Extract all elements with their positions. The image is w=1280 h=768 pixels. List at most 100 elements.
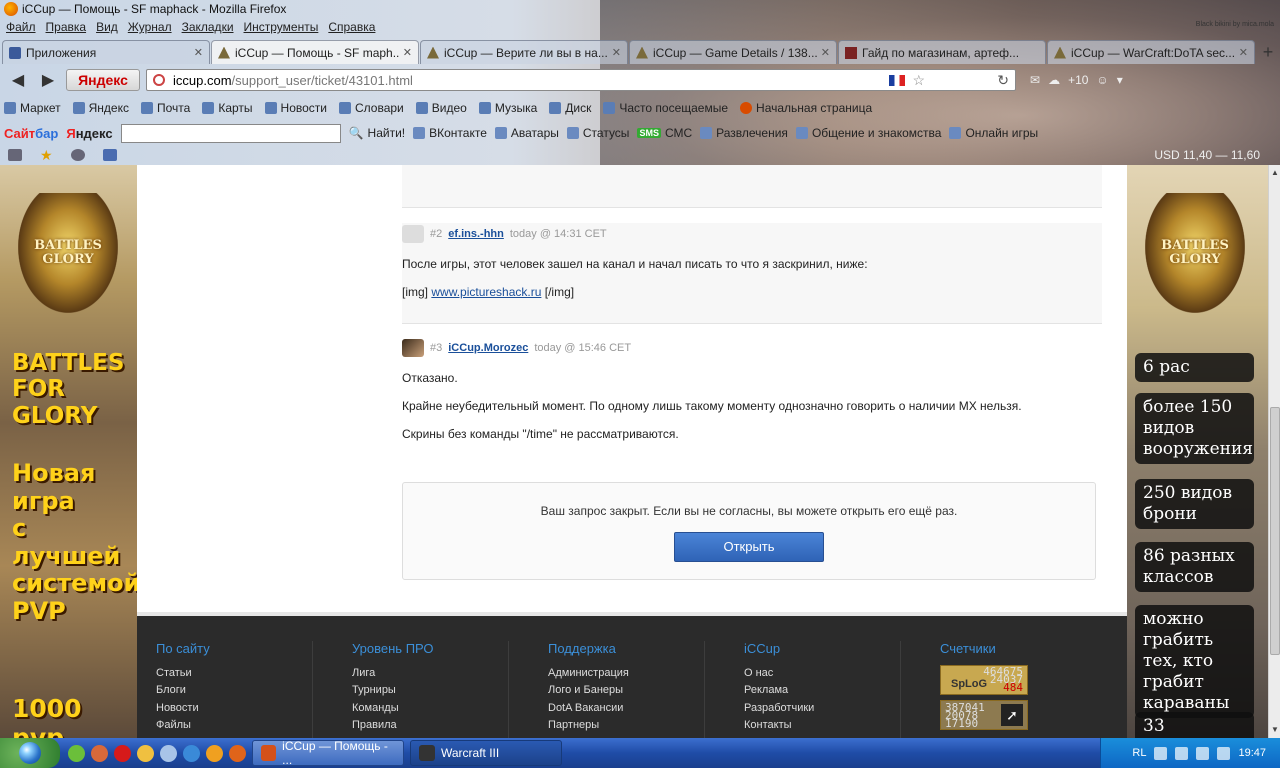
footer-link[interactable]: О нас — [744, 665, 900, 682]
app-icon[interactable] — [91, 744, 108, 762]
addon-panel-icon[interactable] — [102, 149, 117, 161]
app-icon[interactable] — [137, 744, 154, 762]
site-identity-icon[interactable] — [153, 74, 165, 86]
menu-edit[interactable]: Правка — [46, 20, 87, 38]
scroll-thumb[interactable] — [1270, 407, 1280, 655]
menu-tools[interactable]: Инструменты — [244, 20, 319, 38]
footer-link[interactable]: Реклама — [744, 682, 900, 699]
tab-apps[interactable]: Приложения ✕ — [2, 40, 210, 64]
footer-link[interactable]: Команды — [352, 700, 508, 717]
bookmark-video[interactable]: Видео — [415, 101, 467, 115]
close-tab-icon[interactable]: ✕ — [821, 46, 830, 59]
bookmark-home[interactable]: Начальная страница — [740, 101, 872, 115]
url-bar[interactable]: iccup.com/support_user/ticket/43101.html… — [146, 69, 1016, 91]
mail-agent-icon[interactable] — [206, 744, 223, 762]
splog-counter[interactable]: SpLoG 464675 24037 484 — [940, 665, 1028, 695]
find-button[interactable]: 🔍 Найти! — [349, 126, 406, 140]
footer-link[interactable]: Разработчики — [744, 700, 900, 717]
tab-guide[interactable]: Гайд по магазинам, артеф... — [838, 40, 1046, 64]
footer-link[interactable]: Лого и Банеры — [548, 682, 704, 699]
reload-icon[interactable]: ↻ — [997, 72, 1009, 89]
online-games-menu[interactable]: Онлайн игры — [949, 126, 1038, 140]
bookmark-yandex[interactable]: Яндекс — [72, 101, 129, 115]
entertainment-menu[interactable]: Развлечения — [700, 126, 788, 140]
chat-icon[interactable] — [70, 149, 85, 161]
footer-link[interactable]: Администрация — [548, 665, 704, 682]
close-tab-icon[interactable]: ✕ — [403, 46, 412, 59]
start-button[interactable] — [0, 738, 60, 768]
tab-support-ticket[interactable]: iCCup — Помощь - SF maph... ✕ — [211, 40, 419, 64]
close-tab-icon[interactable]: ✕ — [612, 46, 621, 59]
footer-link[interactable]: Турниры — [352, 682, 508, 699]
sitebar-logo[interactable]: Сайтбар — [4, 126, 58, 141]
footer-link[interactable]: Партнеры — [548, 717, 704, 734]
opera-icon[interactable] — [114, 744, 131, 762]
vertical-scrollbar[interactable]: ▲ ▼ — [1268, 165, 1280, 738]
tab-game-details[interactable]: iCCup — Game Details / 138... ✕ — [629, 40, 837, 64]
monkey-icon[interactable]: ☺ — [1096, 73, 1108, 87]
sms-link[interactable]: SMS СМС — [637, 126, 692, 140]
close-tab-icon[interactable]: ✕ — [1239, 46, 1248, 59]
menu-file[interactable]: Файл — [6, 20, 36, 38]
language-indicator[interactable]: RL — [1132, 747, 1146, 759]
firefox-icon[interactable] — [229, 744, 246, 762]
taskbar-firefox[interactable]: iCCup — Помощь - ... — [252, 739, 404, 767]
mail-icon[interactable]: ✉ — [1030, 73, 1040, 87]
weather-icon[interactable]: ☁ — [1048, 73, 1060, 87]
close-tab-icon[interactable]: ✕ — [194, 46, 203, 59]
yandex-button[interactable]: Яндекс — [66, 69, 140, 91]
new-tab-button[interactable]: + — [1256, 40, 1280, 64]
clock[interactable]: 19:47 — [1238, 747, 1266, 759]
yandex-logo[interactable]: Яндекс — [66, 126, 112, 141]
app-icon[interactable] — [160, 744, 177, 762]
bookmark-most-visited[interactable]: Часто посещаемые — [603, 101, 728, 115]
reopen-button[interactable]: Открыть — [674, 532, 824, 562]
statuses-link[interactable]: Статусы — [566, 126, 629, 140]
right-ad-banner[interactable]: BATTLES GLORY 6 рас более 150 видов воор… — [1127, 165, 1268, 738]
network-icon[interactable] — [1154, 746, 1168, 760]
left-ad-banner[interactable]: BATTLES GLORY BATTLES FOR GLORY Новая иг… — [0, 165, 140, 738]
vkontakte-link[interactable]: ВКонтакте — [413, 126, 487, 140]
avatars-link[interactable]: Аватары — [494, 126, 559, 140]
bookmark-dictionaries[interactable]: Словари — [338, 101, 404, 115]
footer-link[interactable]: Статьи — [156, 665, 312, 682]
footer-link[interactable]: Файлы — [156, 717, 312, 734]
footer-link[interactable]: Лига — [352, 665, 508, 682]
bookmark-market[interactable]: Маркет — [4, 101, 61, 115]
bookmark-disk[interactable]: Диск — [549, 101, 591, 115]
globe-icon[interactable] — [183, 744, 200, 762]
tab-dota[interactable]: iCCup — WarCraft:DoTA sec... ✕ — [1047, 40, 1255, 64]
menu-view[interactable]: Вид — [96, 20, 118, 38]
footer-link[interactable]: Блоги — [156, 682, 312, 699]
bookmark-star-icon[interactable]: ☆ — [912, 72, 925, 89]
addon-screen-icon[interactable] — [8, 149, 22, 161]
tray-app-icon[interactable] — [1175, 746, 1189, 760]
post-author-link[interactable]: iCCup.Morozec — [448, 342, 528, 354]
yandex-search-input[interactable] — [120, 123, 341, 143]
footer-link[interactable]: Новости — [156, 700, 312, 717]
utorrent-icon[interactable] — [68, 744, 85, 762]
bookmark-music[interactable]: Музыка — [478, 101, 537, 115]
menu-help[interactable]: Справка — [328, 20, 375, 38]
bluetooth-icon[interactable] — [1196, 746, 1210, 760]
forward-button[interactable]: ▶ — [36, 69, 60, 91]
bookmark-maps[interactable]: Карты — [202, 101, 253, 115]
scroll-down-icon[interactable]: ▼ — [1270, 724, 1280, 736]
taskbar-warcraft[interactable]: Warcraft III — [410, 740, 562, 766]
bookmark-news[interactable]: Новости — [264, 101, 327, 115]
pictureshack-link[interactable]: www.pictureshack.ru — [431, 285, 541, 299]
footer-link[interactable]: Контакты — [744, 717, 900, 734]
liveinternet-counter[interactable]: 387041 20078 17190 ➚ — [940, 700, 1028, 730]
scroll-up-icon[interactable]: ▲ — [1270, 167, 1280, 179]
back-button[interactable]: ◀ — [6, 69, 30, 91]
favorites-star-icon[interactable]: ★ — [40, 147, 53, 164]
menu-dropdown-icon[interactable]: ▾ — [1117, 73, 1123, 87]
footer-link[interactable]: DotA Вакансии — [548, 700, 704, 717]
menu-bookmarks[interactable]: Закладки — [182, 20, 234, 38]
post-author-link[interactable]: ef.ins.-hhn — [448, 228, 504, 240]
bookmark-mail[interactable]: Почта — [141, 101, 190, 115]
menu-history[interactable]: Журнал — [128, 20, 172, 38]
volume-icon[interactable] — [1217, 746, 1231, 760]
tab-forum[interactable]: iCCup — Верите ли вы в на... ✕ — [420, 40, 628, 64]
dating-menu[interactable]: Общение и знакомства — [795, 126, 941, 140]
